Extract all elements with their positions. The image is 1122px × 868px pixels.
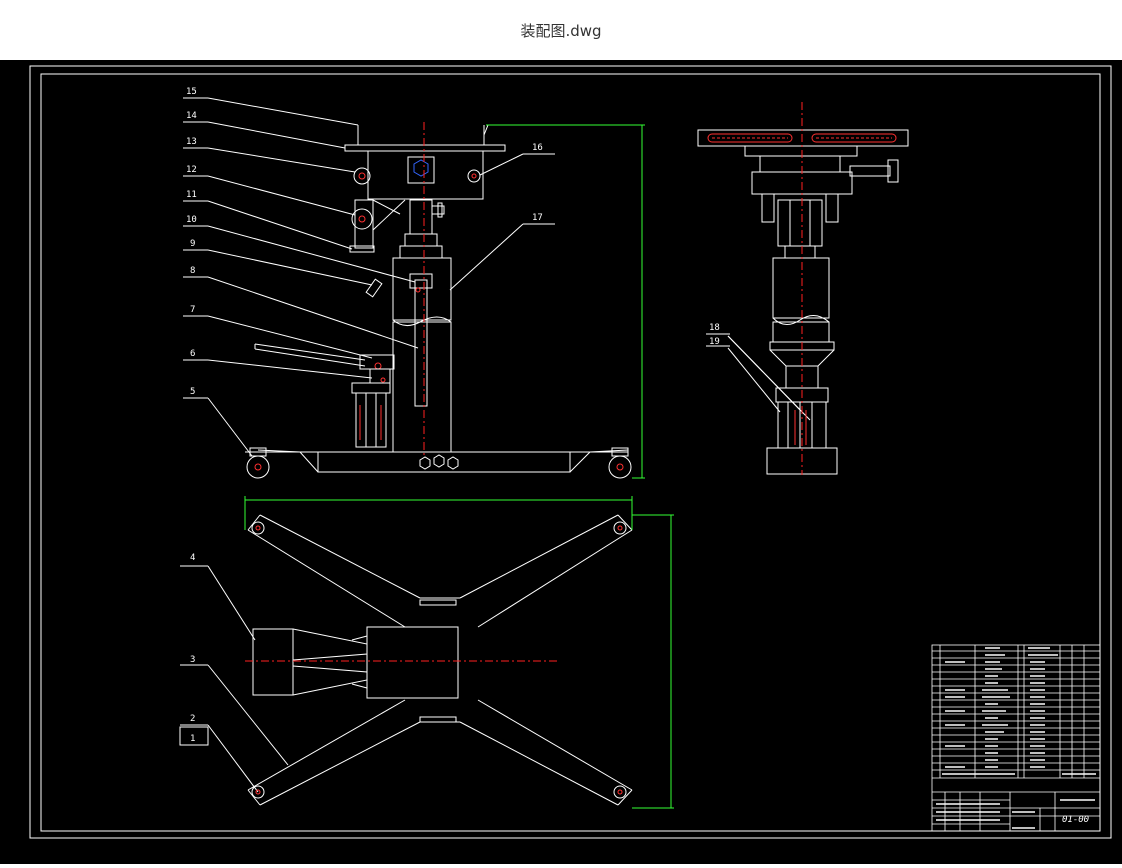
title-bar: 装配图.dwg [0, 0, 1122, 60]
balloon-4: 4 [190, 553, 195, 563]
balloon-3: 3 [190, 655, 195, 665]
balloon-9: 9 [190, 239, 195, 249]
cad-drawing: 15 14 13 12 11 10 9 8 7 6 5 4 3 2 1 16 1… [29, 65, 1112, 839]
balloon-10: 10 [186, 215, 197, 225]
file-title: 装配图.dwg [520, 21, 602, 40]
balloon-7: 7 [190, 305, 195, 315]
balloon-8: 8 [190, 266, 195, 276]
balloon-5: 5 [190, 387, 195, 397]
balloon-16: 16 [532, 143, 543, 153]
drawing-number: 01-00 [1062, 815, 1089, 825]
balloon-2: 2 [190, 714, 195, 724]
balloon-17: 17 [532, 213, 543, 223]
balloon-11: 11 [186, 190, 197, 200]
balloon-6: 6 [190, 349, 195, 359]
balloon-numbers: 15 14 13 12 11 10 9 8 7 6 5 4 3 2 1 16 1… [186, 87, 720, 744]
balloon-18: 18 [709, 323, 720, 333]
leader-lines [179, 97, 811, 793]
balloon-19: 19 [709, 337, 720, 347]
side-view [697, 102, 909, 475]
top-view [244, 496, 674, 809]
balloon-1: 1 [190, 734, 195, 744]
balloon-13: 13 [186, 137, 197, 147]
front-view [245, 122, 645, 479]
balloon-14: 14 [186, 111, 197, 121]
balloon-12: 12 [186, 165, 197, 175]
balloon-15: 15 [186, 87, 197, 97]
drawing-canvas[interactable]: 15 14 13 12 11 10 9 8 7 6 5 4 3 2 1 16 1… [0, 60, 1122, 864]
